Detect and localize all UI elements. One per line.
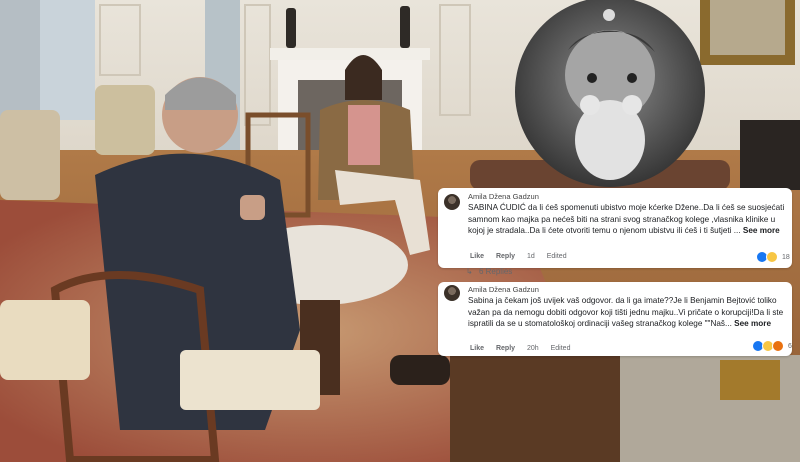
commenter-avatar[interactable] xyxy=(444,285,460,301)
comment-author[interactable]: Amila Džena Gadzun xyxy=(468,285,539,294)
reaction-count: 18 xyxy=(782,253,790,261)
see-more-link[interactable]: See more xyxy=(743,226,780,235)
edited-label: Edited xyxy=(546,253,567,260)
view-replies-link[interactable]: ↳ 6 Replies xyxy=(466,267,512,276)
edited-label: Edited xyxy=(550,345,571,352)
comment-card: Amila Džena Gadzun SABINA ĆUDIĆ da li će… xyxy=(438,188,792,268)
reply-button[interactable]: Reply xyxy=(496,345,515,352)
reaction-count: 6 xyxy=(788,342,792,350)
comment-text: SABINA ĆUDIĆ da li ćeš spomenuti ubistvo… xyxy=(468,202,786,237)
reaction-summary[interactable]: 18 xyxy=(756,251,790,263)
reply-arrow-icon: ↳ xyxy=(466,267,473,276)
comment-author[interactable]: Amila Džena Gadzun xyxy=(468,192,539,201)
sad-icon xyxy=(766,251,778,263)
reply-button[interactable]: Reply xyxy=(496,253,515,260)
comment-text: Sabina ja čekam još uvijek vaš odgovor. … xyxy=(468,295,786,330)
comment-time: 20h xyxy=(526,345,539,352)
see-more-link[interactable]: See more xyxy=(734,319,771,328)
reaction-summary[interactable]: 6 xyxy=(752,340,792,352)
replies-count: 6 Replies xyxy=(478,267,513,276)
like-button[interactable]: Like xyxy=(470,253,484,260)
like-button[interactable]: Like xyxy=(470,345,484,352)
comment-actions: Like Reply 20h Edited xyxy=(470,345,580,352)
comment-card: Amila Džena Gadzun Sabina ja čekam još u… xyxy=(438,282,792,356)
angry-icon xyxy=(772,340,784,352)
commenter-avatar[interactable] xyxy=(444,194,460,210)
comment-actions: Like Reply 1d Edited xyxy=(470,253,577,260)
comment-body: SABINA ĆUDIĆ da li ćeš spomenuti ubistvo… xyxy=(468,203,785,235)
comment-time: 1d xyxy=(526,253,535,260)
